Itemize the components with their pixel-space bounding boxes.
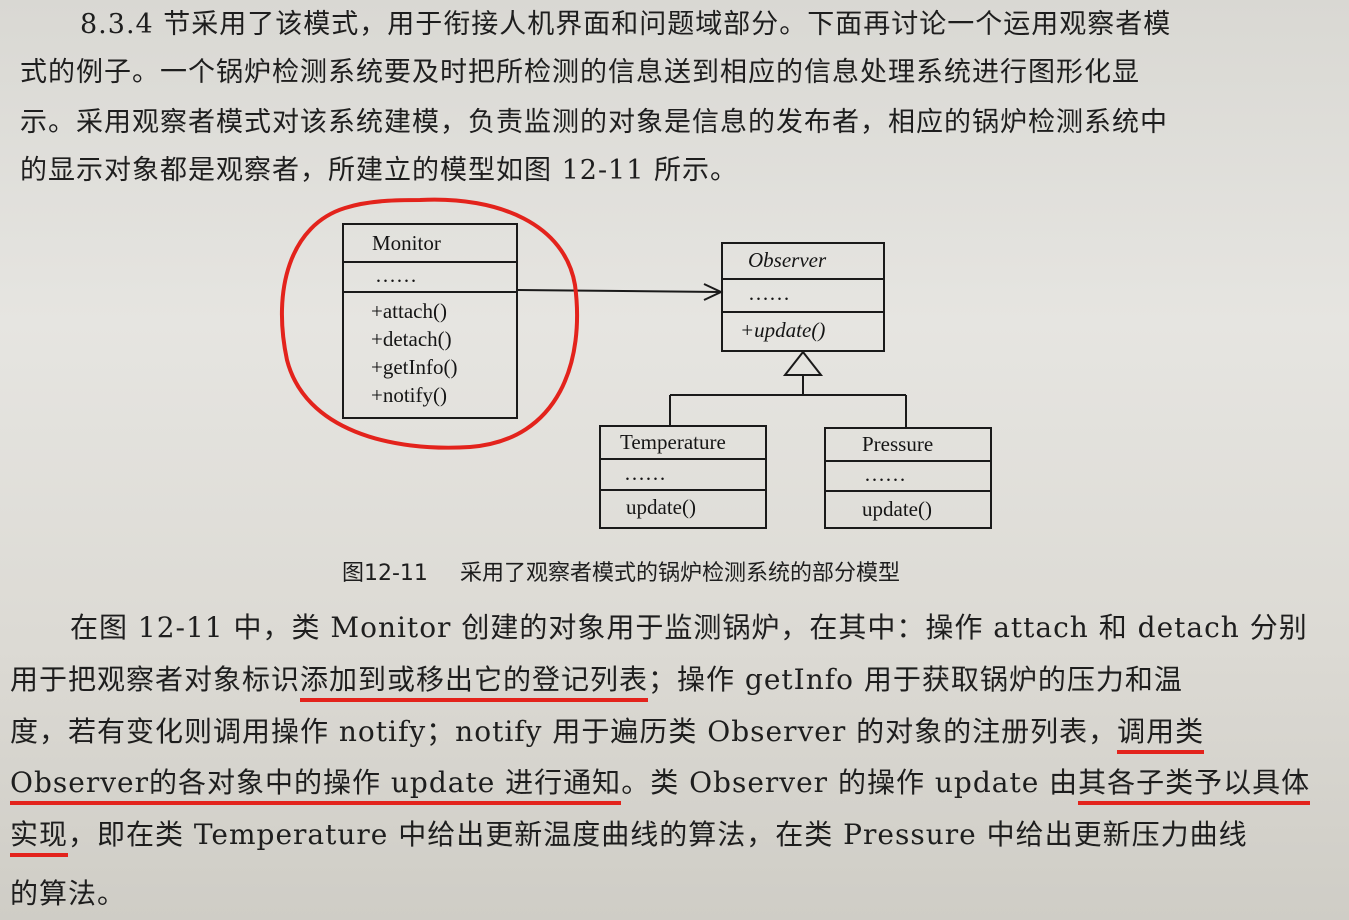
underlined-phrase: Observer的各对象中的操作 update 进行通知 [10,766,622,805]
temperature-op-update: update() [626,495,696,519]
association-arrow [516,283,724,301]
observer-op-update: +update() [740,318,825,342]
body-line-6: 的算法。 [10,877,127,910]
figure-title: 采用了观察者模式的锅炉检测系统的部分模型 [459,561,900,586]
pressure-attrs: …… [864,462,906,486]
observer-class: Observer …… +update() [721,242,885,352]
figure-caption: 图12-11 采用了观察者模式的锅炉检测系统的部分模型 [342,555,900,587]
observer-name: Observer [748,248,827,272]
observer-attrs: …… [748,281,790,305]
underlined-phrase: 添加到或移出它的登记列表 [300,663,649,702]
pressure-name: Pressure [862,432,933,456]
body-line-1: 在图 12-11 中，类 Monitor 创建的对象用于监测锅炉，在其中：操作 … [70,611,1308,644]
body-text: ，即在类 Temperature 中给出更新温度曲线的算法，在类 Pressur… [68,818,1248,851]
body-text: 度，若有变化则调用操作 notify；notify 用于遍历类 Observer… [10,715,1118,748]
underlined-phrase: 实现 [10,818,69,857]
body-text: 用于把观察者对象标识 [10,663,301,696]
body-text: ；操作 getInfo 用于获取锅炉的压力和温 [648,663,1183,696]
underlined-phrase: 调用类 [1117,715,1205,754]
pressure-class: Pressure …… update() [824,427,992,529]
temperature-attrs: …… [624,461,666,485]
body-line-2: 用于把观察者对象标识添加到或移出它的登记列表；操作 getInfo 用于获取锅炉… [10,658,1183,702]
generalization-arrow [669,350,907,428]
body-line-4: Observer的各对象中的操作 update 进行通知。类 Observer … [10,761,1311,805]
figure-number: 图12-11 [342,561,428,586]
monitor-op-attach: +attach() [371,299,447,323]
body-line-5: 实现，即在类 Temperature 中给出更新温度曲线的算法，在类 Press… [10,813,1248,857]
monitor-name: Monitor [372,231,441,255]
monitor-class: Monitor …… +attach() +detach() +getInfo(… [342,223,518,419]
body-line-3: 度，若有变化则调用操作 notify；notify 用于遍历类 Observer… [10,710,1205,754]
underlined-phrase: 其各子类予以具体 [1078,766,1311,805]
body-text: 。类 Observer 的操作 update 由 [621,766,1079,799]
pressure-op-update: update() [862,497,932,521]
monitor-op-notify: +notify() [371,383,447,407]
monitor-attrs: …… [375,263,417,287]
temperature-class: Temperature …… update() [599,425,767,529]
temperature-name: Temperature [620,430,726,454]
monitor-op-getinfo: +getInfo() [371,355,457,379]
monitor-op-detach: +detach() [371,327,452,351]
